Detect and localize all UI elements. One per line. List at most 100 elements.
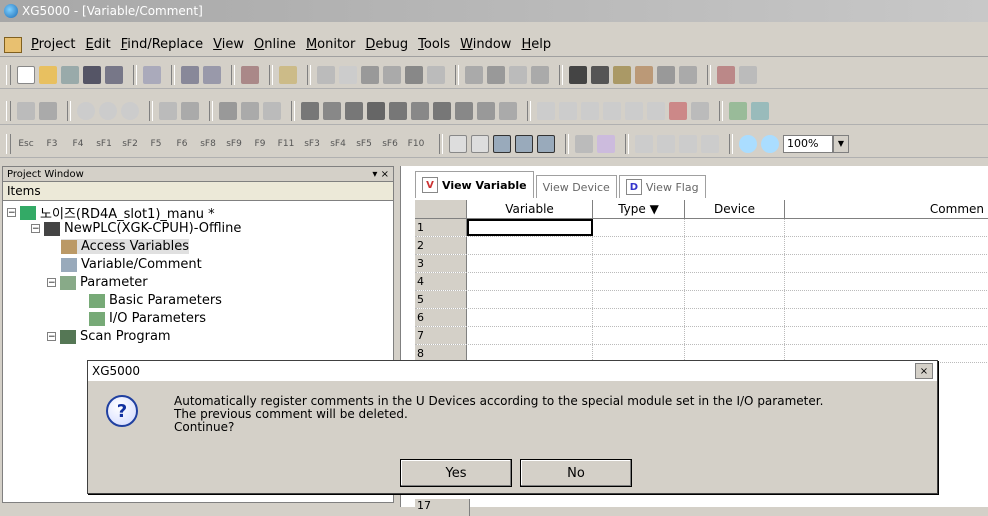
redo-icon[interactable] xyxy=(339,65,357,84)
contact-nc-icon[interactable] xyxy=(559,101,577,120)
fkey-esc-icon[interactable]: Esc xyxy=(17,139,35,149)
tree-node-project[interactable]: − 노이즈(RD4A_slot1)_manu * xyxy=(7,203,215,222)
device-cell[interactable] xyxy=(685,291,785,308)
view-2-icon[interactable] xyxy=(657,134,675,153)
view-device-icon[interactable] xyxy=(493,134,511,153)
compile-icon[interactable] xyxy=(181,65,199,84)
type-cell[interactable] xyxy=(593,327,685,344)
run-mode-icon[interactable] xyxy=(77,101,95,120)
type-cell[interactable] xyxy=(593,291,685,308)
replace-icon[interactable] xyxy=(613,65,631,84)
comment-cell[interactable] xyxy=(785,291,988,308)
variable-cell[interactable] xyxy=(467,291,593,308)
ladder-view-icon[interactable] xyxy=(301,101,319,120)
save-icon[interactable] xyxy=(83,65,101,84)
stop-mode-icon[interactable] xyxy=(99,101,117,120)
variable-cell[interactable] xyxy=(467,273,593,290)
copy-icon[interactable] xyxy=(383,65,401,84)
undo-icon[interactable] xyxy=(317,65,335,84)
fkey-f11-icon[interactable]: F11 xyxy=(277,139,295,149)
contact-p-icon[interactable] xyxy=(581,101,599,120)
sort-arrow-icon[interactable]: ▼ xyxy=(650,202,659,216)
column-header-device[interactable]: Device xyxy=(685,200,785,218)
new-file-icon[interactable] xyxy=(17,65,35,84)
plc-info-icon[interactable] xyxy=(499,101,517,120)
monitor-stop-icon[interactable] xyxy=(241,101,259,120)
paste-icon[interactable] xyxy=(405,65,423,84)
table-row[interactable]: 2 xyxy=(415,237,988,255)
type-cell[interactable] xyxy=(593,237,685,254)
fkey-f6-icon[interactable]: F6 xyxy=(173,139,191,149)
network-config-icon[interactable] xyxy=(729,101,747,120)
fkey-sf1-icon[interactable]: sF1 xyxy=(95,139,113,149)
goto-icon[interactable] xyxy=(679,65,697,84)
view-4-icon[interactable] xyxy=(701,134,719,153)
collapse-icon[interactable]: − xyxy=(7,208,16,218)
find-icon[interactable] xyxy=(569,65,587,84)
menu-monitor[interactable]: Monitor xyxy=(301,37,360,52)
toolbar-grip[interactable] xyxy=(6,64,11,85)
read-icon[interactable] xyxy=(181,101,199,120)
type-cell[interactable] xyxy=(593,309,685,326)
contact-n-icon[interactable] xyxy=(603,101,621,120)
help-icon[interactable] xyxy=(279,65,297,84)
variable-cell[interactable] xyxy=(467,327,593,344)
tab-view-device[interactable]: View Device xyxy=(535,175,617,198)
tree-node-scan-program[interactable]: − Scan Program xyxy=(47,329,171,344)
fkey-sf5-icon[interactable]: sF5 xyxy=(355,139,373,149)
sfc-view-icon[interactable] xyxy=(345,101,363,120)
menu-tools[interactable]: Tools xyxy=(413,37,455,52)
comment-cell[interactable] xyxy=(785,237,988,254)
tab-view-flag[interactable]: D View Flag xyxy=(618,175,706,198)
document-icon[interactable] xyxy=(4,36,22,53)
fkey-f5-icon[interactable]: F5 xyxy=(147,139,165,149)
view-comment-icon[interactable] xyxy=(575,134,593,153)
collapse-icon[interactable]: − xyxy=(31,224,40,234)
menu-project[interactable]: Project xyxy=(26,37,81,52)
horizontal-line-icon[interactable] xyxy=(691,101,709,120)
table-row[interactable]: 4 xyxy=(415,273,988,291)
device-cell[interactable] xyxy=(685,309,785,326)
table-row[interactable]: 17 xyxy=(415,499,988,516)
tree-node-access-variables[interactable]: Access Variables xyxy=(61,239,190,254)
program-check-icon[interactable] xyxy=(241,65,259,84)
column-header-variable[interactable]: Variable xyxy=(467,200,593,218)
monitor-start-icon[interactable] xyxy=(219,101,237,120)
toolbar-grip[interactable] xyxy=(6,133,11,154)
tree-node-plc[interactable]: − NewPLC(XGK-CPUH)-Offline xyxy=(31,221,241,236)
trend-monitor-icon[interactable] xyxy=(433,101,451,120)
label-icon[interactable] xyxy=(471,134,489,153)
network-settings-icon[interactable] xyxy=(751,101,769,120)
function-block-icon[interactable] xyxy=(669,101,687,120)
zoom-in-icon[interactable] xyxy=(739,134,757,153)
type-cell[interactable] xyxy=(593,219,685,236)
variable-cell[interactable] xyxy=(467,237,593,254)
table-row[interactable]: 7 xyxy=(415,327,988,345)
cut-icon[interactable] xyxy=(361,65,379,84)
find-device-icon[interactable] xyxy=(657,65,675,84)
variable-cell[interactable] xyxy=(467,255,593,272)
print-icon[interactable] xyxy=(105,65,123,84)
table-row[interactable]: 3 xyxy=(415,255,988,273)
comment-cell[interactable] xyxy=(785,255,988,272)
comment-cell[interactable] xyxy=(785,273,988,290)
connect-icon[interactable] xyxy=(17,101,35,120)
menu-find-replace[interactable]: Find/Replace xyxy=(116,37,208,52)
il-view-icon[interactable] xyxy=(323,101,341,120)
fkey-f4-icon[interactable]: F4 xyxy=(69,139,87,149)
view-device-variable-icon[interactable] xyxy=(537,134,555,153)
open-project-icon[interactable] xyxy=(61,65,79,84)
st-view-icon[interactable] xyxy=(367,101,385,120)
disconnect-icon[interactable] xyxy=(39,101,57,120)
delete-icon[interactable] xyxy=(427,65,445,84)
bookmark-next-icon[interactable] xyxy=(739,65,757,84)
close-icon[interactable]: × xyxy=(915,363,933,379)
table-row[interactable]: 6 xyxy=(415,309,988,327)
view-3-icon[interactable] xyxy=(679,134,697,153)
tree-node-basic-parameters[interactable]: Basic Parameters xyxy=(89,293,222,308)
fkey-f10-icon[interactable]: F10 xyxy=(407,139,425,149)
zoom-out-icon[interactable] xyxy=(761,134,779,153)
fkey-sf3-icon[interactable]: sF3 xyxy=(303,139,321,149)
bookmark-icon[interactable] xyxy=(717,65,735,84)
insert-cell-icon[interactable] xyxy=(509,65,527,84)
